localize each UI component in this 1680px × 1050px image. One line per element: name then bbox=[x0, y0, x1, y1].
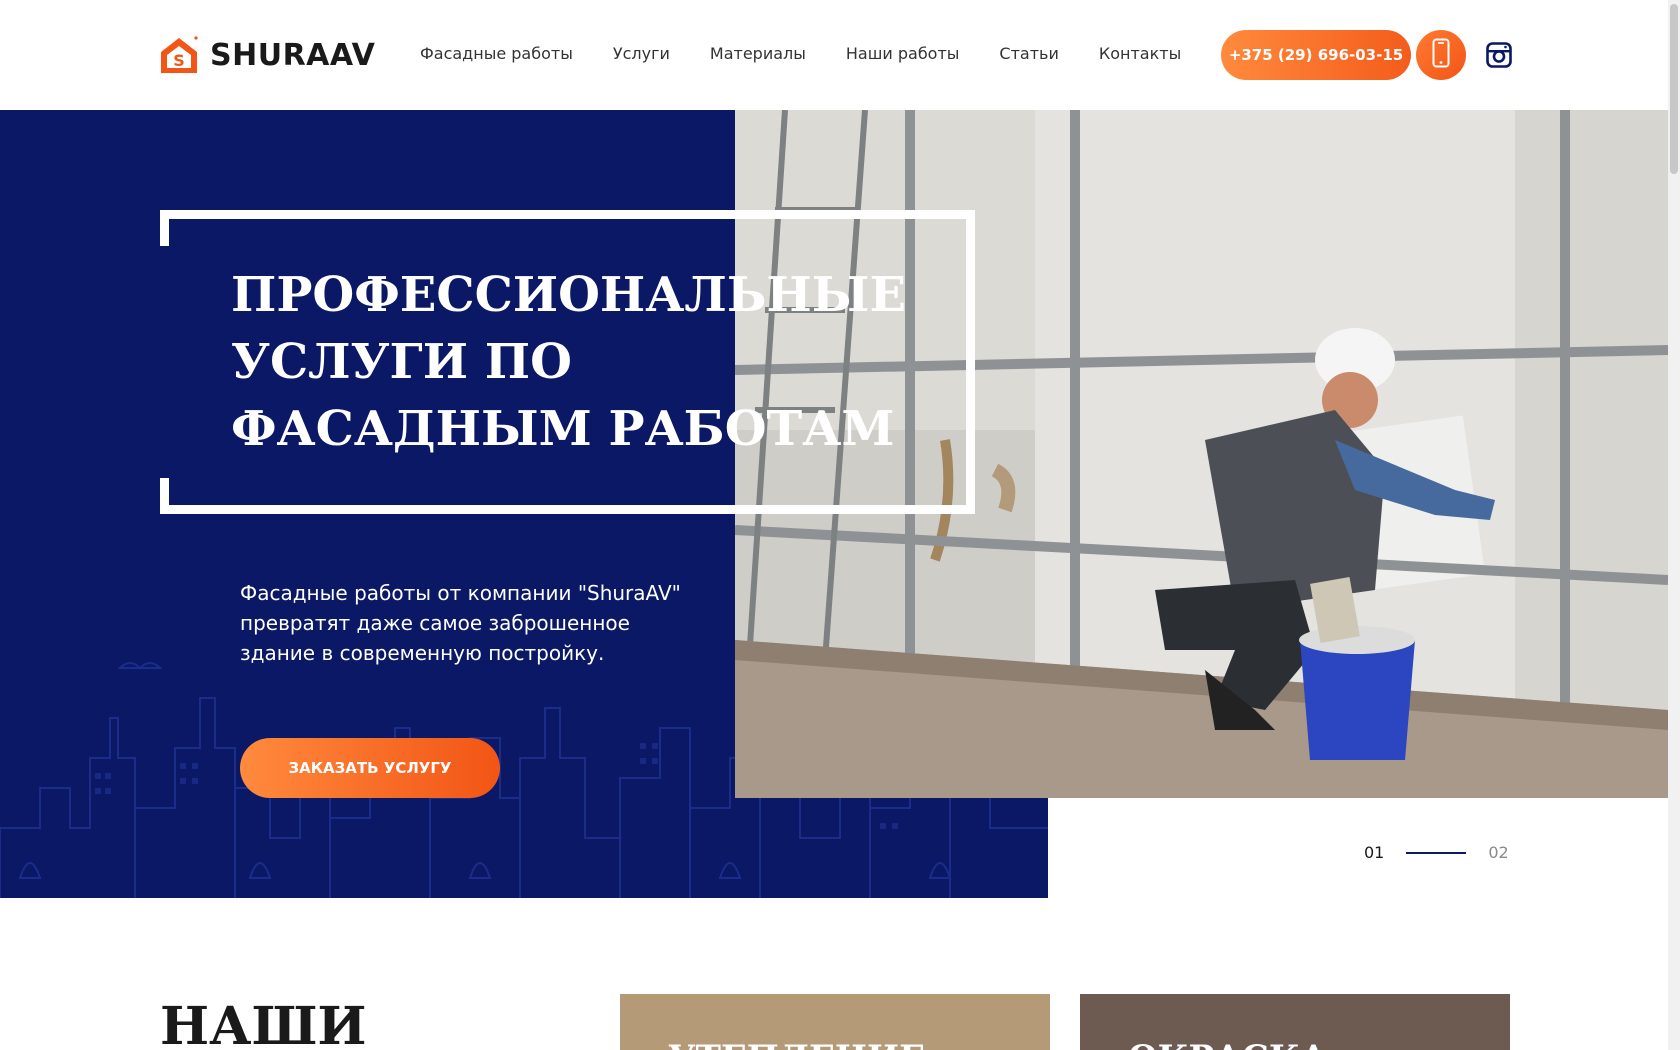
frame-right bbox=[966, 210, 975, 514]
frame-bottom bbox=[160, 505, 975, 514]
frame-left-bottom bbox=[160, 478, 169, 514]
brand-name: SHURAAV bbox=[210, 37, 376, 73]
nav-facade-works[interactable]: Фасадные работы bbox=[420, 44, 573, 63]
frame-left-top bbox=[160, 210, 169, 246]
slider-pagination: 01 02 bbox=[1364, 843, 1509, 862]
logo[interactable]: S SHURAAV bbox=[158, 34, 375, 76]
order-service-button[interactable]: ЗАКАЗАТЬ УСЛУГУ bbox=[240, 738, 500, 798]
service-card-insulation[interactable]: УТЕПЛЕНИЕ bbox=[620, 994, 1050, 1050]
phone-button[interactable]: +375 (29) 696-03-15 bbox=[1221, 30, 1411, 80]
svg-text:S: S bbox=[173, 51, 185, 70]
slide-indicator-next[interactable]: 02 bbox=[1488, 843, 1508, 862]
service-card-label: ОКРАСКА bbox=[1128, 1038, 1327, 1050]
slide-progress-line bbox=[1406, 851, 1467, 854]
nav-contacts[interactable]: Контакты bbox=[1099, 44, 1181, 63]
hero-description: Фасадные работы от компании "ShuraAV" пр… bbox=[240, 581, 681, 665]
site-header: S SHURAAV Фасадные работы Услуги Материа… bbox=[0, 0, 1680, 110]
nav-materials[interactable]: Материалы bbox=[710, 44, 806, 63]
frame-top bbox=[160, 210, 975, 219]
nav-services[interactable]: Услуги bbox=[613, 44, 670, 63]
service-card-painting[interactable]: ОКРАСКА bbox=[1080, 994, 1510, 1050]
service-card-label: УТЕПЛЕНИЕ bbox=[668, 1038, 925, 1050]
scrollbar-thumb[interactable] bbox=[1670, 4, 1678, 174]
page-scrollbar[interactable] bbox=[1668, 0, 1680, 1050]
house-s-logo-icon: S bbox=[158, 34, 200, 76]
nav-our-works[interactable]: Наши работы bbox=[846, 44, 960, 63]
nav-articles[interactable]: Статьи bbox=[999, 44, 1058, 63]
slide-indicator-current[interactable]: 01 bbox=[1364, 843, 1384, 862]
mobile-phone-icon bbox=[1432, 38, 1450, 73]
hero-title: ПРОФЕССИОНАЛЬНЫЕ УСЛУГИ ПО ФАСАДНЫМ РАБО… bbox=[231, 267, 907, 457]
call-button[interactable] bbox=[1416, 30, 1466, 80]
instagram-icon[interactable] bbox=[1486, 42, 1512, 68]
section-title: НАШИ bbox=[160, 996, 367, 1050]
main-nav: Фасадные работы Услуги Материалы Наши ра… bbox=[420, 44, 1221, 63]
